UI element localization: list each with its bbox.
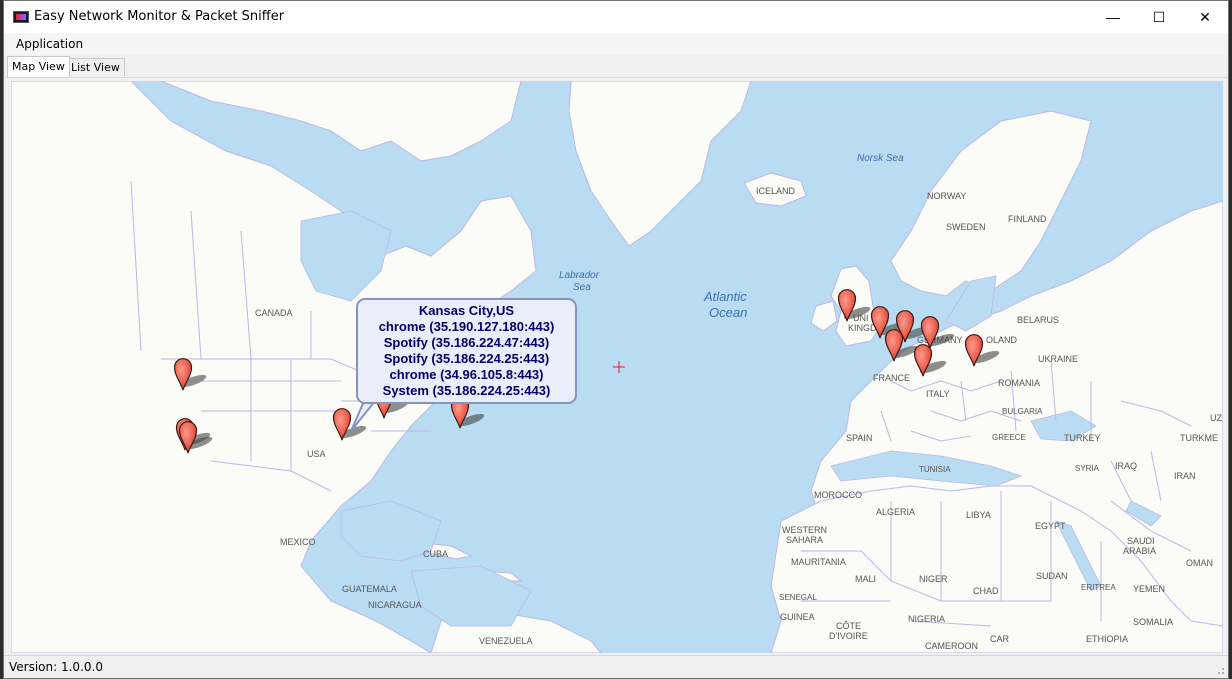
label-turkmenistan: TURKME bbox=[1180, 433, 1218, 443]
tooltip-connection: chrome (35.190.127.180:443) bbox=[378, 319, 555, 334]
label-saudi-arabia-1: SAUDI bbox=[1127, 536, 1155, 546]
window-title: Easy Network Monitor & Packet Sniffer bbox=[34, 9, 285, 24]
label-norsk-sea: Norsk Sea bbox=[857, 153, 904, 164]
label-nigeria: NIGERIA bbox=[908, 614, 945, 624]
menu-application[interactable]: Application bbox=[16, 37, 83, 51]
minimize-button[interactable]: — bbox=[1090, 1, 1136, 33]
label-cuba: CUBA bbox=[423, 549, 448, 559]
label-poland: OLAND bbox=[986, 335, 1018, 345]
tooltip-connection: System (35.186.224.25:443) bbox=[382, 383, 551, 398]
tab-list-view[interactable]: List View bbox=[66, 58, 125, 76]
label-labrador-sea-1: Labrador bbox=[559, 270, 600, 281]
label-labrador-sea-2: Sea bbox=[573, 282, 591, 293]
tooltip-connection: chrome (34.96.105.8:443) bbox=[389, 367, 544, 382]
label-usa: USA bbox=[307, 449, 326, 459]
maximize-button[interactable]: ☐ bbox=[1136, 1, 1182, 33]
label-tunisia: TUNISIA bbox=[919, 465, 951, 474]
label-iceland: ICELAND bbox=[756, 186, 796, 196]
label-sweden: SWEDEN bbox=[946, 222, 986, 232]
menu-bar: Application bbox=[4, 33, 1228, 55]
tab-strip: Map View List View bbox=[4, 55, 1228, 78]
label-canada: CANADA bbox=[255, 308, 293, 318]
label-spain: SPAIN bbox=[846, 433, 872, 443]
label-yemen: YEMEN bbox=[1133, 584, 1165, 594]
label-guatemala: GUATEMALA bbox=[342, 584, 397, 594]
label-venezuela: VENEZUELA bbox=[479, 636, 533, 646]
version-label: Version: 1.0.0.0 bbox=[9, 660, 103, 674]
status-bar: Version: 1.0.0.0 bbox=[4, 655, 1228, 678]
tooltip-connection: Spotify (35.186.224.25:443) bbox=[383, 351, 550, 366]
label-mexico: MEXICO bbox=[280, 537, 316, 547]
resize-grip-icon[interactable] bbox=[1215, 665, 1225, 675]
label-niger: NIGER bbox=[919, 574, 948, 584]
label-iraq: IRAQ bbox=[1115, 461, 1137, 471]
label-uk-2: KINGD bbox=[848, 323, 877, 333]
label-atlantic-1: Atlantic bbox=[703, 289, 747, 304]
label-nicaragua: NICARAGUA bbox=[368, 600, 422, 610]
app-icon bbox=[13, 11, 29, 23]
label-syria: SYRIA bbox=[1075, 464, 1100, 473]
label-ukraine: UKRAINE bbox=[1038, 354, 1078, 364]
label-chad: CHAD bbox=[973, 586, 999, 596]
label-somalia: SOMALIA bbox=[1133, 617, 1173, 627]
title-bar: Easy Network Monitor & Packet Sniffer — … bbox=[4, 1, 1228, 33]
label-uz: UZ bbox=[1210, 413, 1222, 423]
app-window: Easy Network Monitor & Packet Sniffer — … bbox=[3, 0, 1229, 679]
label-cameroon: CAMEROON bbox=[925, 641, 978, 651]
label-cote-divoire-1: CÔTE bbox=[836, 621, 861, 631]
tooltip-connection: Spotify (35.186.224.47:443) bbox=[383, 335, 550, 350]
label-western-sahara-2: SAHARA bbox=[786, 535, 823, 545]
label-egypt: EGYPT bbox=[1035, 521, 1066, 531]
label-romania: ROMANIA bbox=[998, 378, 1040, 388]
label-norway: NORWAY bbox=[927, 191, 966, 201]
tooltip-location: Kansas City,US bbox=[418, 303, 515, 318]
label-senegal: SENEGAL bbox=[779, 593, 817, 602]
label-cote-divoire-2: D'IVOIRE bbox=[829, 631, 868, 641]
tab-map-view[interactable]: Map View bbox=[7, 56, 70, 77]
world-map[interactable]: CANADA USA MEXICO CUBA GUATEMALA NICARAG… bbox=[11, 81, 1223, 653]
tooltip-tail bbox=[350, 399, 377, 432]
label-saudi-arabia-2: ARABIA bbox=[1123, 546, 1156, 556]
label-algeria: ALGERIA bbox=[876, 507, 915, 517]
label-bulgaria: BULGARIA bbox=[1002, 407, 1043, 416]
location-tooltip: Kansas City,US chrome (35.190.127.180:44… bbox=[356, 298, 577, 404]
label-france: FRANCE bbox=[873, 373, 910, 383]
label-mauritania: MAURITANIA bbox=[791, 557, 846, 567]
label-mali: MALI bbox=[855, 574, 876, 584]
label-belarus: BELARUS bbox=[1017, 315, 1059, 325]
close-button[interactable]: ✕ bbox=[1182, 1, 1228, 33]
label-atlantic-2: Ocean bbox=[709, 305, 747, 320]
label-ethiopia: ETHIOPIA bbox=[1086, 634, 1128, 644]
label-eritrea: ERITREA bbox=[1081, 583, 1116, 592]
map-canvas: CANADA USA MEXICO CUBA GUATEMALA NICARAG… bbox=[11, 81, 1223, 653]
label-iran: IRAN bbox=[1174, 471, 1196, 481]
label-guinea: GUINEA bbox=[780, 612, 815, 622]
label-western-sahara-1: WESTERN bbox=[782, 525, 827, 535]
label-turkey: TURKEY bbox=[1064, 433, 1101, 443]
label-greece: GREECE bbox=[992, 433, 1026, 442]
label-oman: OMAN bbox=[1186, 558, 1213, 568]
label-finland: FINLAND bbox=[1008, 214, 1047, 224]
label-italy: ITALY bbox=[926, 389, 950, 399]
label-car: CAR bbox=[990, 634, 1010, 644]
label-sudan: SUDAN bbox=[1036, 571, 1068, 581]
label-morocco: MOROCCO bbox=[814, 490, 862, 500]
label-libya: LIBYA bbox=[966, 510, 991, 520]
